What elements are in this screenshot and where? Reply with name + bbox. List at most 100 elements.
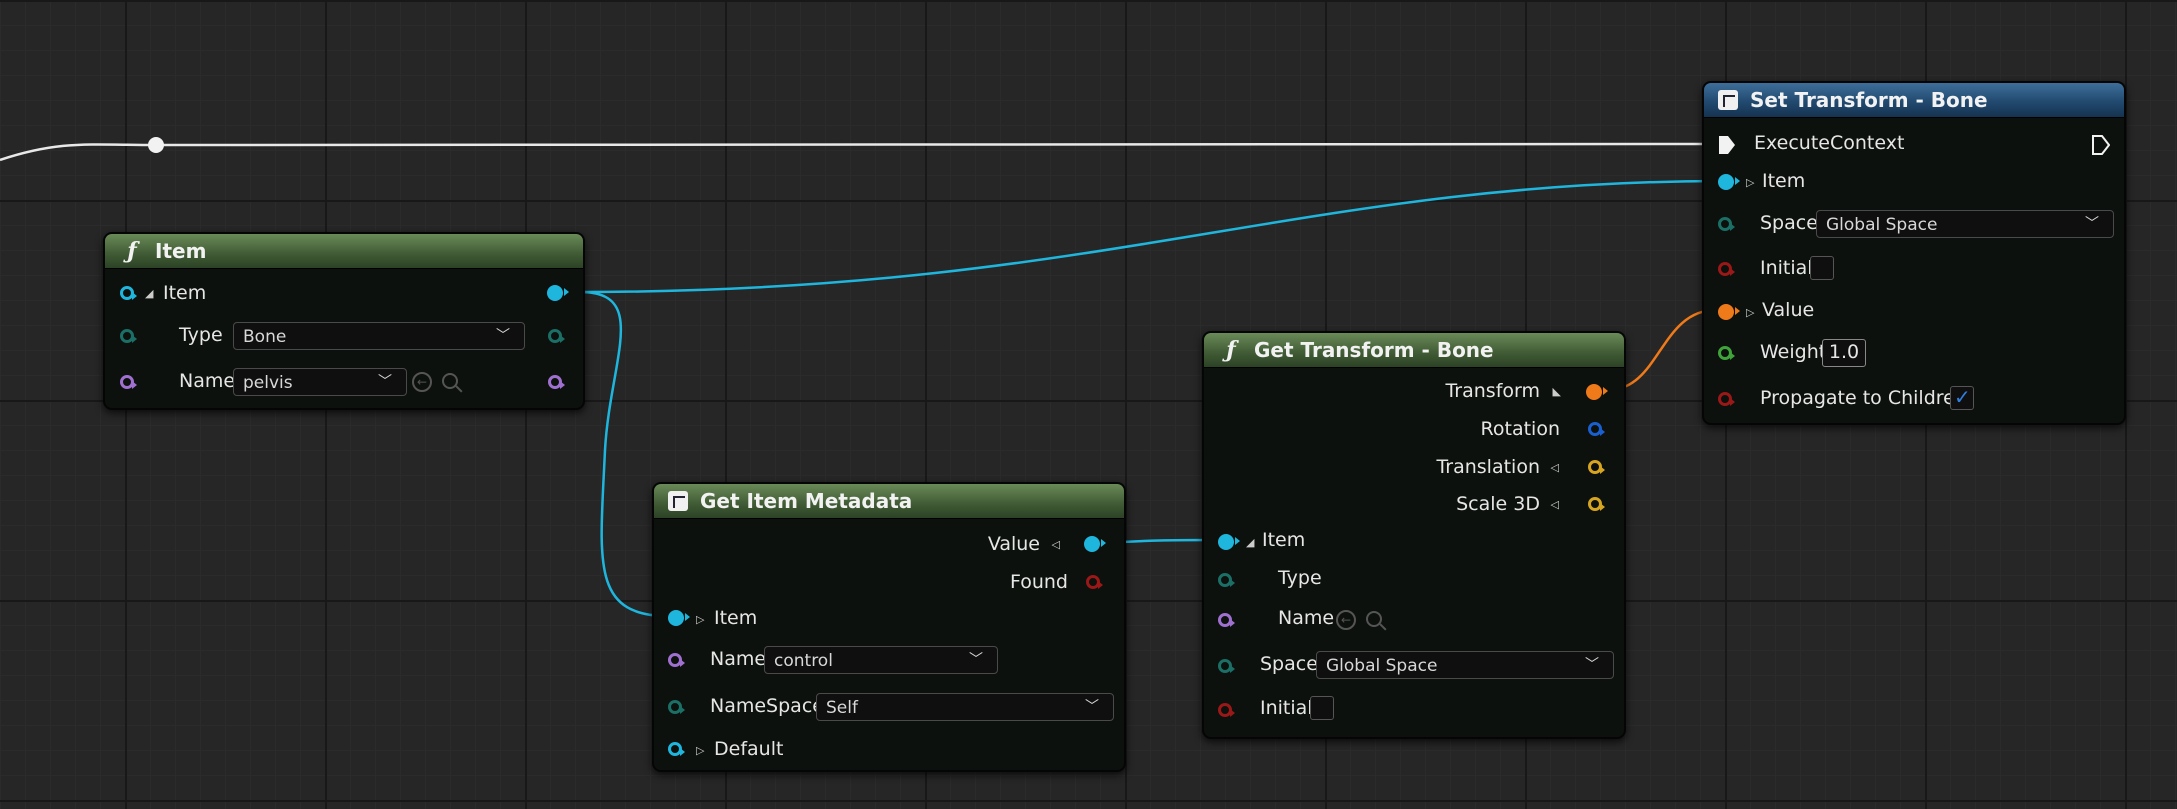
metadata-name-dropdown[interactable]: control ﹀ xyxy=(764,646,998,674)
wire-item-to-set-item xyxy=(579,179,1721,294)
chevron-down-icon: ﹀ xyxy=(1085,699,1099,715)
expand-triangle-icon[interactable]: ◁ xyxy=(1551,461,1559,474)
set-weight-input-pin[interactable] xyxy=(1718,346,1735,360)
set-space-dropdown[interactable]: Global Space ﹀ xyxy=(1816,210,2114,238)
function-icon: ƒ xyxy=(127,238,137,264)
type-output-pin[interactable] xyxy=(548,329,565,343)
collapse-triangle-icon[interactable]: ◣ xyxy=(1553,385,1561,398)
rig-unit-icon xyxy=(668,491,688,511)
chevron-down-icon: ﹀ xyxy=(1585,657,1599,673)
name-value: pelvis xyxy=(243,373,293,393)
get-transform-initial-checkbox[interactable] xyxy=(1310,696,1334,720)
set-value-input-pin[interactable] xyxy=(1718,304,1740,320)
get-transform-title: Get Transform - Bone xyxy=(1254,338,1494,362)
get-transform-bone-node[interactable]: ƒ Get Transform - Bone Transform ◣ Rotat… xyxy=(1202,331,1626,739)
metadata-node-header[interactable]: Get Item Metadata xyxy=(654,484,1124,519)
type-input-pin[interactable] xyxy=(120,329,137,343)
type-value: Bone xyxy=(243,327,287,347)
get-transform-item-input-pin[interactable] xyxy=(1218,534,1240,550)
exec-wire xyxy=(159,142,1713,147)
type-dropdown[interactable]: Bone ﹀ xyxy=(233,322,525,350)
expand-triangle-icon[interactable]: ◁ xyxy=(1551,498,1559,511)
chevron-down-icon: ﹀ xyxy=(2085,216,2099,232)
rotation-output-label: Rotation xyxy=(1480,418,1560,440)
set-propagate-input-pin[interactable] xyxy=(1718,392,1735,406)
metadata-item-input-pin[interactable] xyxy=(668,610,690,626)
name-dropdown[interactable]: pelvis ﹀ xyxy=(233,368,407,396)
use-selected-arrow-icon[interactable]: ← xyxy=(412,372,432,392)
search-icon[interactable] xyxy=(442,373,458,389)
rotation-output-pin[interactable] xyxy=(1588,422,1605,436)
default-input-pin[interactable] xyxy=(668,742,685,756)
exec-reroute-knot[interactable] xyxy=(148,137,164,153)
set-transform-title: Set Transform - Bone xyxy=(1750,88,1988,112)
scale3d-output-pin[interactable] xyxy=(1588,497,1605,511)
set-initial-checkbox[interactable] xyxy=(1810,256,1834,280)
item-output-pin[interactable] xyxy=(547,285,569,301)
set-weight-label: Weight xyxy=(1760,341,1827,363)
name-input-pin[interactable] xyxy=(120,375,137,389)
get-transform-space-input-pin[interactable] xyxy=(1218,659,1235,673)
expand-triangle-icon[interactable]: ▷ xyxy=(696,744,704,757)
exec-wire-in xyxy=(0,143,156,162)
get-transform-space-dropdown[interactable]: Global Space ﹀ xyxy=(1316,651,1614,679)
set-value-label: Value xyxy=(1762,299,1815,321)
set-space-input-pin[interactable] xyxy=(1718,217,1735,231)
expand-triangle-icon[interactable]: ◢ xyxy=(145,287,153,300)
chevron-down-icon: ﹀ xyxy=(969,652,983,668)
scale3d-output-label: Scale 3D xyxy=(1456,493,1540,515)
rig-unit-icon xyxy=(1718,90,1738,110)
function-icon: ƒ xyxy=(1226,337,1236,363)
set-item-input-pin[interactable] xyxy=(1718,174,1740,190)
get-transform-initial-input-pin[interactable] xyxy=(1218,703,1235,717)
expand-triangle-icon[interactable]: ▷ xyxy=(1746,306,1754,319)
get-transform-space-value: Global Space xyxy=(1326,656,1438,676)
default-label: Default xyxy=(714,738,784,760)
execute-output-pin[interactable] xyxy=(2092,135,2110,155)
set-space-value: Global Space xyxy=(1826,215,1938,235)
get-transform-header[interactable]: ƒ Get Transform - Bone xyxy=(1204,333,1624,368)
use-selected-arrow-icon[interactable]: ← xyxy=(1336,610,1356,630)
namespace-input-pin[interactable] xyxy=(668,700,685,714)
expand-triangle-icon[interactable]: ▷ xyxy=(1746,176,1754,189)
chevron-down-icon: ﹀ xyxy=(378,374,392,390)
found-output-pin[interactable] xyxy=(1086,575,1103,589)
weight-number-input[interactable]: 1.0 xyxy=(1822,339,1866,367)
metadata-name-input-pin[interactable] xyxy=(668,653,685,667)
item-node-title: Item xyxy=(155,239,207,263)
value-output-pin[interactable] xyxy=(1084,536,1106,552)
set-initial-label: Initial xyxy=(1760,257,1813,279)
transform-output-pin[interactable] xyxy=(1586,384,1608,400)
get-item-metadata-node[interactable]: Get Item Metadata Value ◁ Found ▷ Item N… xyxy=(652,482,1126,772)
value-output-label: Value xyxy=(987,533,1040,555)
get-transform-initial-label: Initial xyxy=(1260,697,1313,719)
get-transform-type-input-pin[interactable] xyxy=(1218,573,1235,587)
get-transform-name-input-pin[interactable] xyxy=(1218,613,1235,627)
search-icon[interactable] xyxy=(1366,611,1382,627)
item-label: Item xyxy=(163,282,207,304)
get-transform-type-label: Type xyxy=(1278,567,1322,589)
set-transform-bone-node[interactable]: Set Transform - Bone ExecuteContext ▷ It… xyxy=(1702,81,2126,425)
propagate-to-children-checkbox[interactable] xyxy=(1950,385,1974,410)
set-initial-input-pin[interactable] xyxy=(1718,262,1735,276)
set-space-label: Space xyxy=(1760,212,1818,234)
translation-output-label: Translation xyxy=(1436,456,1540,478)
namespace-value: Self xyxy=(826,698,858,718)
collapse-triangle-icon[interactable]: ◢ xyxy=(1246,536,1254,549)
name-output-pin[interactable] xyxy=(548,375,565,389)
item-node[interactable]: ƒ Item ◢ Item Type Bone ﹀ Name pelvis ﹀ … xyxy=(103,232,585,410)
metadata-name-label: Name xyxy=(710,648,767,670)
metadata-node-title: Get Item Metadata xyxy=(700,489,913,513)
set-transform-header[interactable]: Set Transform - Bone xyxy=(1704,83,2124,118)
execute-input-pin[interactable] xyxy=(1718,135,1736,155)
get-transform-space-label: Space xyxy=(1260,653,1318,675)
translation-output-pin[interactable] xyxy=(1588,460,1605,474)
item-input-pin[interactable] xyxy=(120,286,137,300)
type-label: Type xyxy=(179,324,223,346)
metadata-item-label: Item xyxy=(714,607,758,629)
item-node-header[interactable]: ƒ Item xyxy=(105,234,583,269)
namespace-dropdown[interactable]: Self ﹀ xyxy=(816,693,1114,721)
collapse-triangle-icon[interactable]: ◁ xyxy=(1052,538,1060,551)
chevron-down-icon: ﹀ xyxy=(496,328,510,344)
expand-triangle-icon[interactable]: ▷ xyxy=(696,613,704,626)
